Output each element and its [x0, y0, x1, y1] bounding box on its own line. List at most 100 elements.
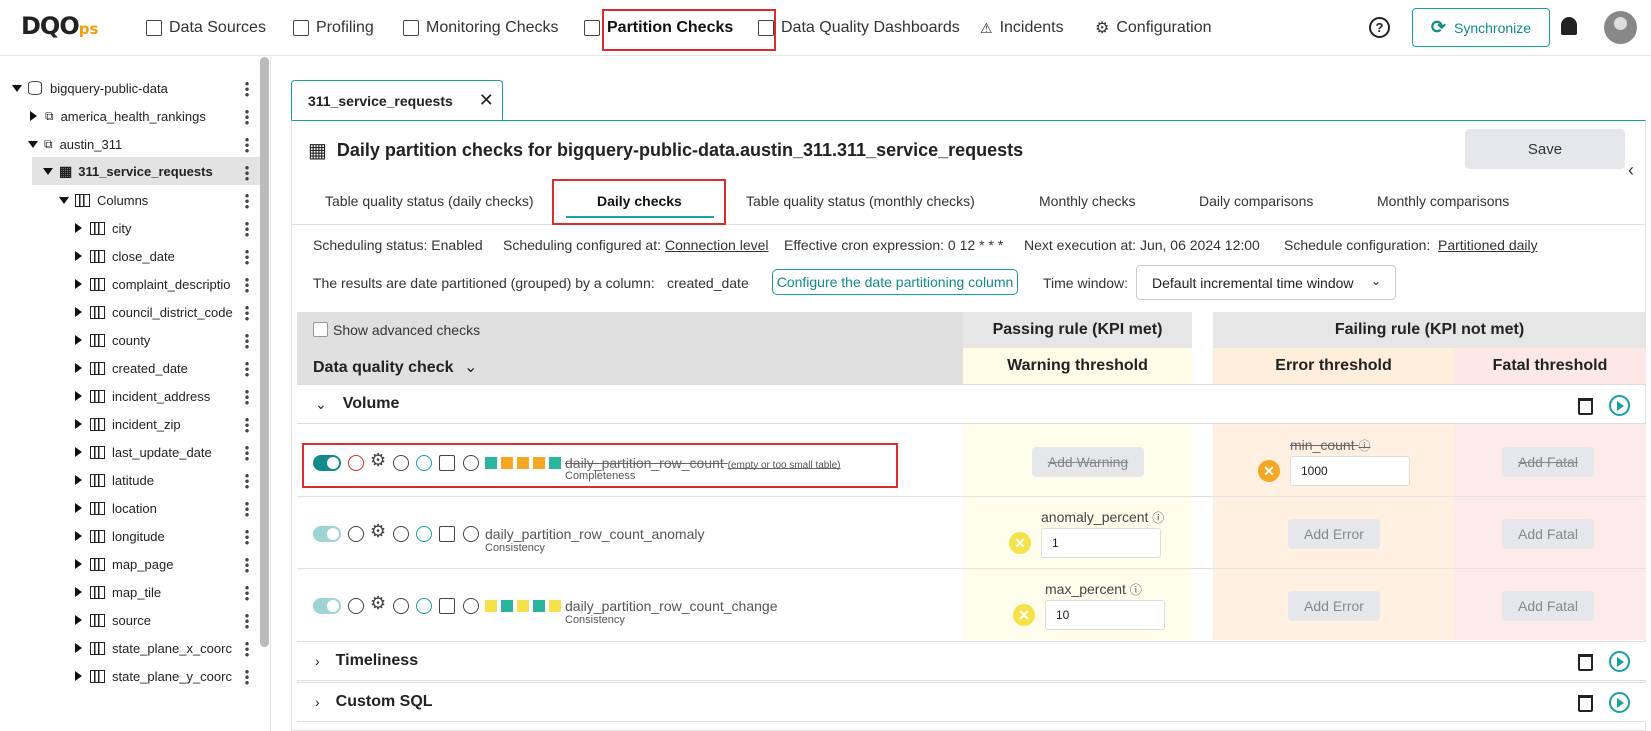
- tree-item-column[interactable]: close_date: [75, 242, 175, 270]
- collapse-icon[interactable]: [75, 447, 82, 457]
- expand-icon[interactable]: [59, 196, 69, 204]
- nav-monitoring-checks[interactable]: Monitoring Checks: [403, 0, 559, 56]
- tree-item-schema[interactable]: ⧉ america_health_rankings: [30, 102, 206, 130]
- section-custom-sql[interactable]: › Custom SQL: [297, 682, 1646, 722]
- menu-dots-icon[interactable]: [245, 249, 249, 265]
- settings-icon[interactable]: ⚙: [370, 521, 386, 542]
- tree-item-column[interactable]: state_plane_x_coorc: [75, 634, 232, 662]
- tab-monthly-comparisons[interactable]: Monthly comparisons: [1377, 193, 1509, 209]
- tree-item-column[interactable]: complaint_descriptio: [75, 270, 231, 298]
- menu-dots-icon[interactable]: [245, 165, 249, 181]
- schedule-icon[interactable]: [393, 526, 409, 542]
- anomaly-percent-input[interactable]: 1: [1041, 528, 1161, 558]
- delete-icon[interactable]: [1578, 654, 1593, 671]
- collapse-icon[interactable]: [75, 671, 82, 681]
- menu-dots-icon[interactable]: [245, 417, 249, 433]
- menu-dots-icon[interactable]: [245, 361, 249, 377]
- result-square[interactable]: [549, 600, 561, 612]
- collapse-icon[interactable]: [75, 363, 82, 373]
- info-icon[interactable]: ⓘ: [1152, 511, 1164, 525]
- section-timeliness[interactable]: › Timeliness: [297, 641, 1646, 681]
- nav-incidents[interactable]: ⚠ Incidents: [980, 0, 1064, 56]
- menu-dots-icon[interactable]: [245, 221, 249, 237]
- result-square[interactable]: [533, 600, 545, 612]
- add-fatal-button[interactable]: Add Fatal: [1502, 591, 1594, 621]
- nav-profiling[interactable]: Profiling: [293, 0, 374, 56]
- menu-dots-icon[interactable]: [245, 81, 249, 97]
- dq-check-header[interactable]: Data quality check ⌄: [313, 357, 477, 377]
- tree-item-columns[interactable]: Columns: [59, 186, 148, 214]
- menu-dots-icon[interactable]: [245, 501, 249, 517]
- settings-icon[interactable]: ⚙: [370, 593, 386, 614]
- remove-rule-icon[interactable]: ✕: [1013, 604, 1035, 626]
- info-icon[interactable]: [463, 526, 479, 542]
- schedule-icon[interactable]: [393, 598, 409, 614]
- remove-rule-icon[interactable]: ✕: [1009, 532, 1031, 554]
- menu-dots-icon[interactable]: [245, 585, 249, 601]
- expand-icon[interactable]: [28, 140, 38, 148]
- tree-item-column[interactable]: last_update_date: [75, 438, 212, 466]
- menu-dots-icon[interactable]: [245, 669, 249, 685]
- configure-partitioning-button[interactable]: Configure the date partitioning column: [772, 269, 1018, 295]
- tab-daily-comparisons[interactable]: Daily comparisons: [1199, 193, 1313, 209]
- collapse-icon[interactable]: [75, 559, 82, 569]
- add-error-button[interactable]: Add Error: [1288, 519, 1380, 549]
- tab-monthly-checks[interactable]: Monthly checks: [1039, 193, 1135, 209]
- result-square[interactable]: [501, 600, 513, 612]
- expand-icon[interactable]: [12, 84, 22, 92]
- tab-table-quality-daily[interactable]: Table quality status (daily checks): [325, 193, 534, 209]
- tab-table-quality-monthly[interactable]: Table quality status (monthly checks): [746, 193, 975, 209]
- collapse-icon[interactable]: [75, 279, 82, 289]
- time-window-select[interactable]: Default incremental time window ⌄: [1136, 265, 1396, 300]
- menu-dots-icon[interactable]: [245, 529, 249, 545]
- tree-item-column[interactable]: incident_zip: [75, 410, 181, 438]
- results-icon[interactable]: [439, 598, 455, 614]
- collapse-icon[interactable]: [75, 419, 82, 429]
- menu-dots-icon[interactable]: [245, 473, 249, 489]
- add-error-button[interactable]: Add Error: [1288, 591, 1380, 621]
- save-button[interactable]: Save: [1465, 129, 1625, 169]
- tree-item-column[interactable]: map_page: [75, 550, 173, 578]
- run-check-icon[interactable]: [416, 526, 432, 542]
- tree-item-connection[interactable]: bigquery-public-data: [12, 74, 168, 102]
- add-fatal-button[interactable]: Add Fatal: [1502, 519, 1594, 549]
- section-volume[interactable]: ⌄ Volume: [297, 384, 1646, 424]
- run-icon[interactable]: [1609, 692, 1630, 713]
- collapse-icon[interactable]: [75, 503, 82, 513]
- menu-dots-icon[interactable]: [245, 613, 249, 629]
- tree-item-column[interactable]: council_district_code: [75, 298, 233, 326]
- expand-icon[interactable]: [43, 167, 53, 175]
- user-avatar[interactable]: [1604, 11, 1637, 44]
- menu-dots-icon[interactable]: [245, 333, 249, 349]
- tree-item-column[interactable]: incident_address: [75, 382, 210, 410]
- collapse-icon[interactable]: [30, 111, 37, 121]
- schedule-config-link[interactable]: Partitioned daily: [1438, 237, 1538, 253]
- menu-dots-icon[interactable]: [245, 277, 249, 293]
- check-enabled-toggle[interactable]: [313, 598, 341, 614]
- add-fatal-button[interactable]: Add Fatal: [1502, 447, 1594, 477]
- show-advanced-checkbox[interactable]: [313, 322, 328, 337]
- delete-icon[interactable]: [1578, 695, 1593, 712]
- tree-item-column[interactable]: county: [75, 326, 150, 354]
- close-icon[interactable]: ✕: [479, 90, 494, 111]
- info-icon[interactable]: ⓘ: [1358, 439, 1370, 453]
- menu-dots-icon[interactable]: [245, 445, 249, 461]
- stop-icon[interactable]: [348, 598, 364, 614]
- nav-data-sources[interactable]: Data Sources: [146, 0, 266, 56]
- menu-dots-icon[interactable]: [245, 557, 249, 573]
- menu-dots-icon[interactable]: [245, 641, 249, 657]
- run-check-icon[interactable]: [416, 598, 432, 614]
- collapse-icon[interactable]: [75, 531, 82, 541]
- run-icon[interactable]: [1609, 395, 1630, 416]
- info-icon[interactable]: ⓘ: [1130, 583, 1142, 597]
- collapse-icon[interactable]: [75, 223, 82, 233]
- tree-item-column[interactable]: source: [75, 606, 151, 634]
- collapse-icon[interactable]: [75, 307, 82, 317]
- check-enabled-toggle[interactable]: [313, 526, 341, 542]
- collapse-icon[interactable]: [75, 643, 82, 653]
- tree-item-column[interactable]: location: [75, 494, 157, 522]
- result-square[interactable]: [485, 600, 497, 612]
- collapse-icon[interactable]: [75, 391, 82, 401]
- collapse-icon[interactable]: [75, 475, 82, 485]
- tree-item-column[interactable]: map_tile: [75, 578, 161, 606]
